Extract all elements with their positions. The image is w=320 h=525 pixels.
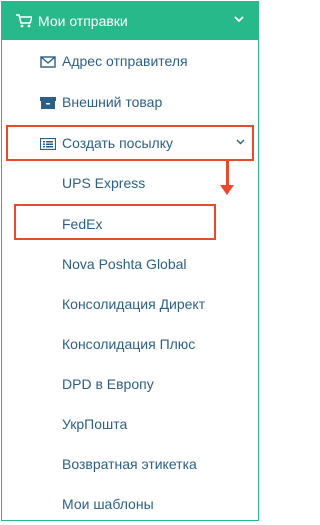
annotation-arrow-shaft — [226, 161, 229, 186]
annotation-arrow-head — [220, 185, 234, 195]
menu-item-external-product[interactable]: Внешний товар — [2, 83, 258, 123]
archive-icon — [40, 97, 56, 109]
menu-header-title: Мои отправки — [38, 13, 128, 29]
submenu-item-label: Консолидация Директ — [62, 296, 206, 312]
submenu-item-label: Nova Poshta Global — [62, 256, 187, 272]
submenu-item-label: УкрПошта — [62, 416, 128, 432]
my-shipments-menu: Мои отправки Адрес отправителя Внешний т… — [1, 1, 259, 521]
submenu-item-label: DPD в Европу — [62, 376, 154, 392]
submenu-item-ups-express[interactable]: UPS Express — [2, 164, 258, 204]
highlight-box-create-parcel — [6, 125, 254, 161]
menu-item-label: Внешний товар — [62, 94, 163, 110]
submenu-item-label: Мои шаблоны — [62, 496, 154, 512]
submenu-item-return-label[interactable]: Возвратная этикетка — [2, 445, 258, 485]
submenu-item-consolidation-plus[interactable]: Консолидация Плюс — [2, 325, 258, 365]
submenu-item-nova-poshta-global[interactable]: Nova Poshta Global — [2, 245, 258, 285]
submenu-item-dpd-europe[interactable]: DPD в Европу — [2, 365, 258, 405]
submenu-item-label: Консолидация Плюс — [62, 336, 196, 352]
submenu-item-ukrposhta[interactable]: УкрПошта — [2, 405, 258, 445]
submenu-item-consolidation-direct[interactable]: Консолидация Директ — [2, 285, 258, 325]
submenu-item-label: UPS Express — [62, 175, 146, 191]
highlight-box-fedex — [14, 204, 216, 240]
menu-header-my-shipments[interactable]: Мои отправки — [2, 2, 258, 40]
menu-item-label: Адрес отправителя — [62, 53, 188, 69]
submenu-item-my-templates[interactable]: Мои шаблоны — [2, 485, 258, 525]
chevron-down-icon[interactable] — [234, 16, 244, 23]
envelope-icon — [40, 56, 56, 68]
submenu-item-label: Возвратная этикетка — [62, 456, 197, 472]
cart-icon — [16, 14, 32, 28]
menu-item-sender-address[interactable]: Адрес отправителя — [2, 42, 258, 82]
